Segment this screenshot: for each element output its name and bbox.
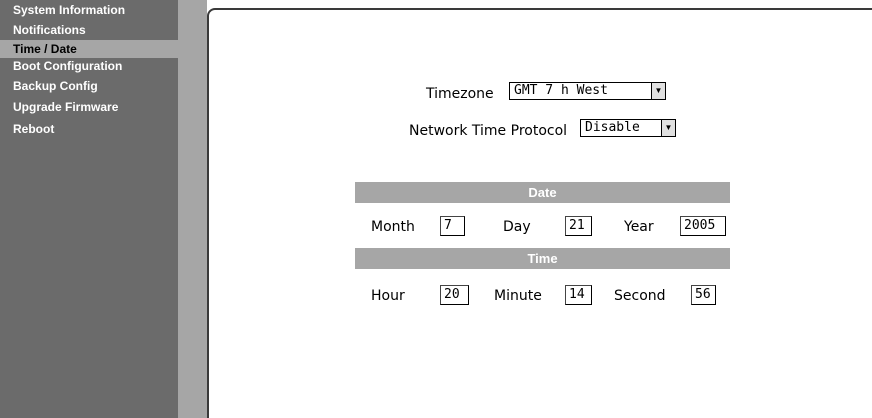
hour-input[interactable]: 20 [440, 285, 469, 305]
hour-label: Hour [371, 288, 405, 304]
sidebar-item-backup-config[interactable]: Backup Config [0, 76, 178, 96]
sidebar: System Information Notifications Time / … [0, 0, 207, 418]
ntp-label: Network Time Protocol [409, 123, 568, 139]
day-label: Day [503, 219, 531, 235]
month-label: Month [371, 219, 415, 235]
sidebar-gutter [178, 0, 207, 418]
sidebar-item-reboot[interactable]: Reboot [0, 119, 178, 139]
main-content-frame [207, 8, 872, 418]
minute-label: Minute [494, 288, 542, 304]
sidebar-item-notifications[interactable]: Notifications [0, 20, 178, 40]
ntp-select-value: Disable [585, 120, 640, 135]
second-label: Second [614, 288, 666, 304]
year-label: Year [624, 219, 654, 235]
timezone-label: Timezone [426, 86, 494, 102]
second-input[interactable]: 56 [691, 285, 716, 305]
month-input[interactable]: 7 [440, 216, 465, 236]
timezone-select[interactable]: GMT 7 h West ▼ [509, 82, 666, 100]
minute-input[interactable]: 14 [565, 285, 592, 305]
sidebar-item-upgrade-firmware[interactable]: Upgrade Firmware [0, 97, 178, 117]
ntp-select[interactable]: Disable ▼ [580, 119, 676, 137]
chevron-down-icon[interactable]: ▼ [651, 83, 665, 99]
sidebar-item-system-information[interactable]: System Information [0, 0, 178, 20]
day-input[interactable]: 21 [565, 216, 592, 236]
sidebar-item-boot-configuration[interactable]: Boot Configuration [0, 56, 178, 76]
chevron-down-icon[interactable]: ▼ [661, 120, 675, 136]
year-input[interactable]: 2005 [680, 216, 726, 236]
time-section-header: Time [355, 248, 730, 269]
date-section-header: Date [355, 182, 730, 203]
timezone-select-value: GMT 7 h West [514, 83, 608, 98]
